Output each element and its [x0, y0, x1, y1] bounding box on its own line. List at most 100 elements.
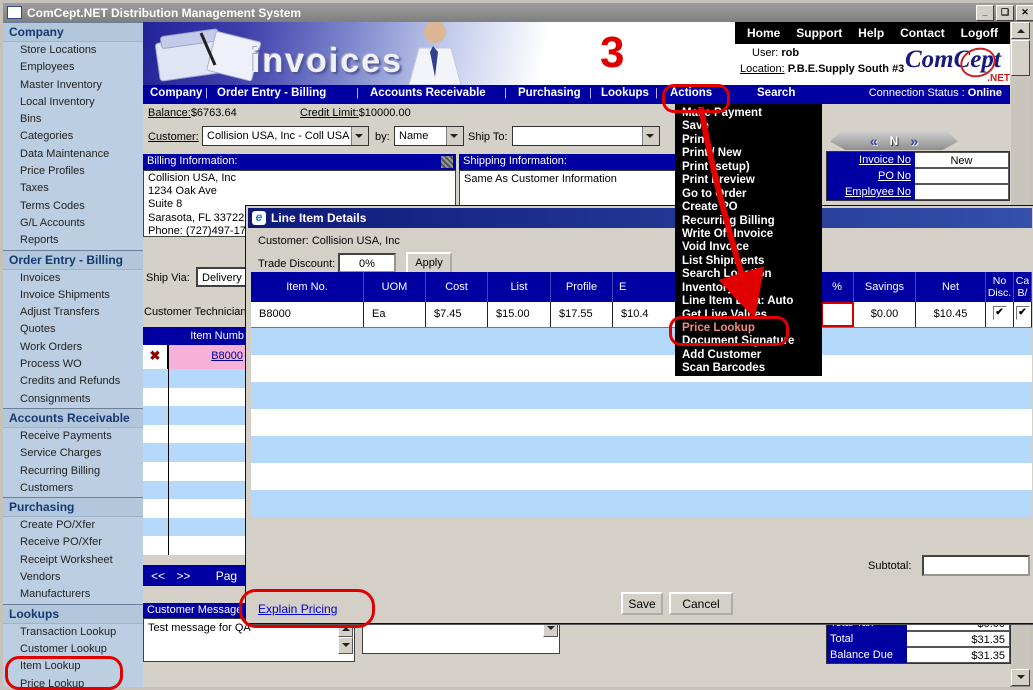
menu-order-entry[interactable]: Order Entry - Billing [217, 87, 326, 99]
sidebar-item[interactable]: Credits and Refunds [3, 373, 143, 390]
delete-row-icon[interactable]: ✖ [143, 345, 168, 369]
menu-item-write-off-invoice[interactable]: Write Off Invoice [675, 228, 822, 241]
menu-item-scan-barcodes[interactable]: Scan Barcodes [675, 362, 822, 375]
menu-item-print-setup[interactable]: Print (setup) [675, 161, 822, 174]
scrollbar-down-icon[interactable] [1011, 669, 1030, 686]
close-icon[interactable]: ✕ [1016, 5, 1033, 21]
sidebar-item[interactable]: Quotes [3, 321, 143, 338]
sidebar-item[interactable]: Adjust Transfers [3, 304, 143, 321]
maximize-icon[interactable]: ❏ [996, 5, 1014, 21]
location-link[interactable]: Location: [740, 63, 785, 75]
cancel-button[interactable]: Cancel [669, 592, 733, 615]
sidebar-item[interactable]: Receipt Worksheet [3, 552, 143, 569]
menu-item-document-signature[interactable]: Document Signature [675, 335, 822, 348]
sidebar-item[interactable]: Process WO [3, 356, 143, 373]
sidebar-item[interactable]: Data Maintenance [3, 146, 143, 163]
menu-company[interactable]: Company [150, 87, 202, 99]
top-nav-link[interactable]: Support [796, 26, 842, 40]
prev-record-icon[interactable]: « [870, 133, 878, 149]
menu-item-create-po[interactable]: Create PO [675, 201, 822, 214]
sidebar-item[interactable]: Receive PO/Xfer [3, 534, 143, 551]
menu-item-add-customer[interactable]: Add Customer [675, 349, 822, 362]
sidebar-item[interactable]: Service Charges [3, 445, 143, 462]
menu-item-list-shipments[interactable]: List Shipments [675, 255, 822, 268]
sidebar-item[interactable]: Master Inventory [3, 77, 143, 94]
sidebar-item[interactable]: Transaction Lookup [3, 624, 143, 641]
minimize-icon[interactable]: _ [976, 5, 994, 21]
sidebar-item[interactable]: Work Orders [3, 339, 143, 356]
sidebar-item[interactable]: G/L Accounts [3, 215, 143, 232]
sidebar-item[interactable]: Price Profiles [3, 163, 143, 180]
menu-lookups[interactable]: Lookups [601, 87, 649, 99]
sidebar-item[interactable]: Customers [3, 480, 143, 497]
cab-checkbox[interactable]: ✔ [1016, 306, 1030, 320]
cell-percent-input[interactable] [821, 302, 854, 327]
chevron-down-icon[interactable] [446, 127, 463, 145]
scrollbar-thumb[interactable] [1011, 40, 1030, 76]
ref-value[interactable] [915, 168, 1009, 184]
menu-item-inventory[interactable]: Inventory: [675, 282, 822, 295]
sidebar-item[interactable]: Employees [3, 59, 143, 76]
item-number-link[interactable]: B8000 [171, 350, 243, 362]
menu-item-search-location[interactable]: Search Location [675, 268, 822, 281]
menu-search[interactable]: Search [757, 87, 795, 99]
sidebar-item[interactable]: Customer Lookup [3, 641, 143, 658]
customer-select[interactable]: Collision USA, Inc - Coll USA [202, 126, 369, 146]
menu-accounts-receivable[interactable]: Accounts Receivable [370, 87, 486, 99]
menu-item-get-live-values[interactable]: Get Live Values [675, 309, 822, 322]
pager-prev[interactable]: << [151, 569, 165, 583]
top-nav-link[interactable]: Home [747, 26, 780, 40]
by-select[interactable]: Name [394, 126, 464, 146]
sidebar-item[interactable]: Item Lookup [3, 658, 143, 675]
sidebar-item[interactable]: Manufacturers [3, 586, 143, 603]
customer-message-textarea[interactable]: Test message for QA [143, 618, 355, 662]
sidebar-item[interactable]: Create PO/Xfer [3, 517, 143, 534]
sidebar-item[interactable]: Vendors [3, 569, 143, 586]
no-disc-checkbox[interactable]: ✔ [993, 306, 1007, 320]
menu-actions[interactable]: Actions [670, 87, 712, 99]
chevron-down-icon[interactable] [351, 127, 368, 145]
menu-purchasing[interactable]: Purchasing [518, 87, 581, 99]
menu-item-print-preview[interactable]: Print Preview [675, 174, 822, 187]
explain-pricing-link[interactable]: Explain Pricing [258, 602, 337, 616]
sidebar-item[interactable]: Local Inventory [3, 94, 143, 111]
top-nav-link[interactable]: Contact [900, 26, 945, 40]
sidebar-item[interactable]: Invoice Shipments [3, 287, 143, 304]
ref-label: Invoice No [827, 152, 915, 168]
menu-item-price-lookup[interactable]: Price Lookup [675, 322, 822, 335]
scroll-down-icon[interactable] [338, 637, 353, 654]
menu-item-line-item-data[interactable]: Line Item Data: Auto [675, 295, 822, 308]
sidebar-item[interactable]: Consignments [3, 391, 143, 408]
menu-item-print[interactable]: Print [675, 134, 822, 147]
hatch-icon[interactable] [441, 156, 453, 168]
menu-item-make-payment[interactable]: Make Payment [675, 107, 822, 120]
sidebar-item[interactable]: Terms Codes [3, 198, 143, 215]
sidebar-item[interactable]: Price Lookup [3, 676, 143, 688]
sidebar-item[interactable]: Reports [3, 232, 143, 249]
menu-item-void-invoice[interactable]: Void Invoice [675, 241, 822, 254]
ref-value[interactable]: New [915, 152, 1009, 168]
menu-item-print-new[interactable]: Print / New [675, 147, 822, 160]
apply-button[interactable]: Apply [406, 252, 452, 274]
sidebar-item[interactable]: Invoices [3, 270, 143, 287]
ship-to-select[interactable] [512, 126, 660, 146]
top-nav-link[interactable]: Help [858, 26, 884, 40]
ref-value[interactable] [915, 184, 1009, 200]
save-button[interactable]: Save [621, 592, 663, 615]
chevron-down-icon[interactable] [642, 127, 659, 145]
sidebar-item[interactable]: Bins [3, 111, 143, 128]
dialog-title-bar[interactable]: e Line Item Details [248, 208, 1032, 228]
menu-item-recurring-billing[interactable]: Recurring Billing [675, 215, 822, 228]
top-nav-link[interactable]: Logoff [961, 26, 998, 40]
sidebar-item[interactable]: Receive Payments [3, 428, 143, 445]
menu-item-save[interactable]: Save [675, 120, 822, 133]
trade-discount-input[interactable]: 0% [338, 253, 396, 273]
scrollbar-up-icon[interactable] [1011, 22, 1030, 39]
menu-item-go-to-order[interactable]: Go to Order [675, 188, 822, 201]
sidebar-item[interactable]: Taxes [3, 180, 143, 197]
sidebar-item[interactable]: Store Locations [3, 42, 143, 59]
sidebar-item[interactable]: Recurring Billing [3, 463, 143, 480]
sidebar-item[interactable]: Categories [3, 128, 143, 145]
next-record-icon[interactable]: » [910, 133, 918, 149]
pager-next[interactable]: >> [176, 569, 190, 583]
